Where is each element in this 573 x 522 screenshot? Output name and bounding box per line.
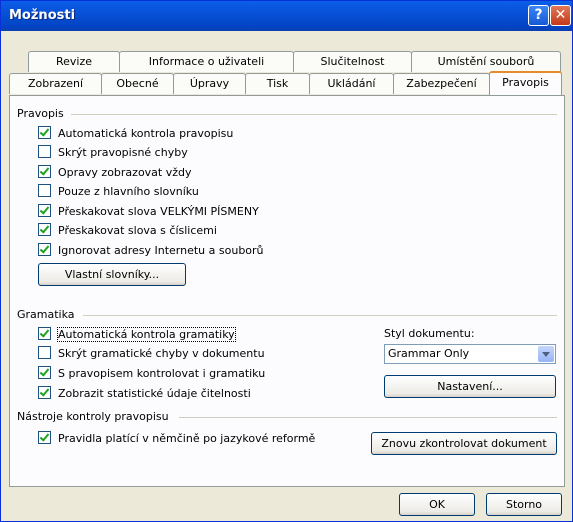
checkbox-icon bbox=[38, 386, 51, 399]
tab-informace-o-uzivateli[interactable]: Informace o uživateli bbox=[119, 51, 294, 72]
writing-style-value: Grammar Only bbox=[388, 347, 470, 360]
help-icon[interactable]: ? bbox=[528, 5, 549, 26]
checkbox-ignore-uppercase[interactable]: Přeskakovat slova VELKÝMI PÍSMENY bbox=[38, 204, 259, 220]
checkbox-icon bbox=[38, 346, 51, 359]
options-dialog: Možnosti ? ✕ Revize Informace o uživatel… bbox=[0, 0, 573, 522]
ok-button[interactable]: OK bbox=[399, 493, 475, 516]
chevron-down-icon[interactable] bbox=[538, 346, 554, 362]
writing-style-select[interactable]: Grammar Only bbox=[384, 344, 556, 364]
checkbox-label: Přeskakovat slova VELKÝMI PÍSMENY bbox=[58, 205, 259, 218]
checkbox-auto-spelling[interactable]: Automatická kontrola pravopisu bbox=[38, 126, 233, 142]
grammar-group-title: Gramatika bbox=[17, 308, 75, 321]
tools-group-title: Nástroje kontroly pravopisu bbox=[17, 410, 169, 423]
title-bar[interactable]: Možnosti ? ✕ bbox=[1, 1, 572, 31]
tab-revize[interactable]: Revize bbox=[28, 51, 120, 72]
tab-upravy[interactable]: Úpravy bbox=[173, 73, 246, 94]
checkbox-hide-grammar-errors[interactable]: Skrýt gramatické chyby v dokumentu bbox=[38, 346, 265, 362]
checkbox-ignore-internet-addresses[interactable]: Ignorovat adresy Internetu a souborů bbox=[38, 243, 264, 259]
checkbox-auto-grammar[interactable]: Automatická kontrola gramatiky bbox=[38, 327, 236, 343]
checkbox-icon bbox=[38, 223, 51, 236]
checkbox-label: Automatická kontrola pravopisu bbox=[58, 127, 234, 140]
checkbox-icon bbox=[38, 204, 51, 217]
grammar-settings-button[interactable]: Nastavení... bbox=[384, 375, 556, 398]
checkbox-label: Pravidla platící v němčině po jazykové r… bbox=[58, 432, 316, 445]
checkbox-check-grammar-with-spelling[interactable]: S pravopisem kontrolovat i gramatiku bbox=[38, 366, 265, 382]
tab-zabezpeceni[interactable]: Zabezpečení bbox=[393, 73, 490, 94]
checkbox-icon bbox=[38, 366, 51, 379]
checkbox-icon bbox=[38, 327, 51, 340]
tab-ukladani[interactable]: Ukládání bbox=[309, 73, 394, 94]
custom-dictionaries-button[interactable]: Vlastní slovníky... bbox=[38, 263, 186, 286]
checkbox-label: Opravy zobrazovat vždy bbox=[58, 166, 192, 179]
checkbox-label: Skrýt gramatické chyby v dokumentu bbox=[58, 347, 265, 360]
grammar-separator bbox=[83, 315, 557, 316]
spelling-separator bbox=[71, 114, 557, 115]
close-icon[interactable]: ✕ bbox=[550, 5, 571, 26]
tab-obecne[interactable]: Obecné bbox=[101, 73, 174, 94]
checkbox-ignore-numbers[interactable]: Přeskakovat slova s číslicemi bbox=[38, 223, 217, 239]
tab-tisk[interactable]: Tisk bbox=[245, 73, 310, 94]
checkbox-label: S pravopisem kontrolovat i gramatiku bbox=[58, 367, 266, 380]
checkbox-icon bbox=[38, 431, 51, 444]
cancel-button[interactable]: Storno bbox=[486, 493, 562, 516]
checkbox-label: Pouze z hlavního slovníku bbox=[58, 185, 199, 198]
style-label: Styl dokumentu: bbox=[384, 327, 475, 340]
checkbox-icon bbox=[38, 243, 51, 256]
tab-zobrazeni[interactable]: Zobrazení bbox=[9, 73, 102, 94]
checkbox-icon bbox=[38, 145, 51, 158]
checkbox-icon bbox=[38, 184, 51, 197]
checkbox-label: Zobrazit statistické údaje čitelnosti bbox=[58, 387, 251, 400]
tab-pravopis[interactable]: Pravopis bbox=[489, 71, 562, 95]
checkbox-label: Přeskakovat slova s číslicemi bbox=[58, 224, 217, 237]
checkbox-always-suggest[interactable]: Opravy zobrazovat vždy bbox=[38, 165, 192, 181]
checkbox-german-reform-rules[interactable]: Pravidla platící v němčině po jazykové r… bbox=[38, 431, 315, 447]
tab-umisteni-souboru[interactable]: Umístění souborů bbox=[411, 51, 561, 72]
recheck-document-button[interactable]: Znovu zkontrolovat dokument bbox=[371, 432, 557, 455]
checkbox-readability-stats[interactable]: Zobrazit statistické údaje čitelnosti bbox=[38, 386, 251, 402]
tab-slucitelnost[interactable]: Slučitelnost bbox=[293, 51, 412, 72]
checkbox-hide-spelling-errors[interactable]: Skrýt pravopisné chyby bbox=[38, 145, 188, 161]
checkbox-label: Automatická kontrola gramatiky bbox=[57, 327, 236, 342]
checkbox-icon bbox=[38, 165, 51, 178]
spelling-group-title: Pravopis bbox=[17, 107, 64, 120]
checkbox-label: Skrýt pravopisné chyby bbox=[58, 146, 188, 159]
checkbox-label: Ignorovat adresy Internetu a souborů bbox=[58, 244, 264, 257]
checkbox-main-dictionary-only[interactable]: Pouze z hlavního slovníku bbox=[38, 184, 199, 200]
checkbox-icon bbox=[38, 126, 51, 139]
tools-separator bbox=[179, 417, 557, 418]
window-title: Možnosti bbox=[9, 8, 76, 23]
